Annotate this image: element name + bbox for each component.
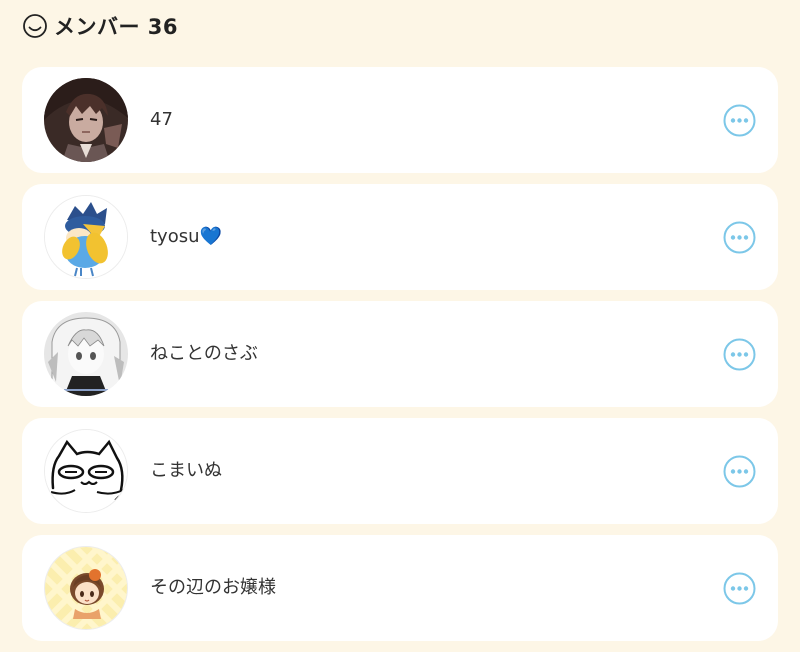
member-card[interactable]: 47 — [22, 67, 778, 173]
monochrome-anime-girl-avatar[interactable] — [44, 312, 128, 396]
more-options-icon[interactable] — [723, 221, 756, 254]
member-card[interactable]: ねことのさぶ — [22, 301, 778, 407]
member-name[interactable]: tyosu💙 — [150, 184, 222, 290]
member-card[interactable]: その辺のお嬢様 — [22, 535, 778, 641]
member-name[interactable]: こまいぬ — [150, 418, 222, 524]
blue-bird-character-avatar[interactable] — [44, 195, 128, 279]
member-count-title: メンバー 36 — [54, 15, 179, 39]
member-name[interactable]: 47 — [150, 67, 173, 173]
more-options-icon[interactable] — [723, 572, 756, 605]
member-name[interactable]: その辺のお嬢様 — [150, 535, 276, 641]
member-card[interactable]: tyosu💙 — [22, 184, 778, 290]
smiley-face-icon — [22, 13, 48, 39]
cat-face-line-drawing-avatar[interactable] — [44, 429, 128, 513]
chibi-girl-yellow-background-avatar[interactable] — [44, 546, 128, 630]
member-list: 47 tyosu💙 ねことのさぶ こまいぬ その辺のお嬢様 — [22, 67, 778, 652]
member-card[interactable]: こまいぬ — [22, 418, 778, 524]
more-options-icon[interactable] — [723, 104, 756, 137]
anime-character-dark-hair-avatar[interactable] — [44, 78, 128, 162]
more-options-icon[interactable] — [723, 338, 756, 371]
more-options-icon[interactable] — [723, 455, 756, 488]
member-name[interactable]: ねことのさぶ — [150, 301, 258, 407]
member-header: メンバー 36 — [22, 8, 178, 44]
